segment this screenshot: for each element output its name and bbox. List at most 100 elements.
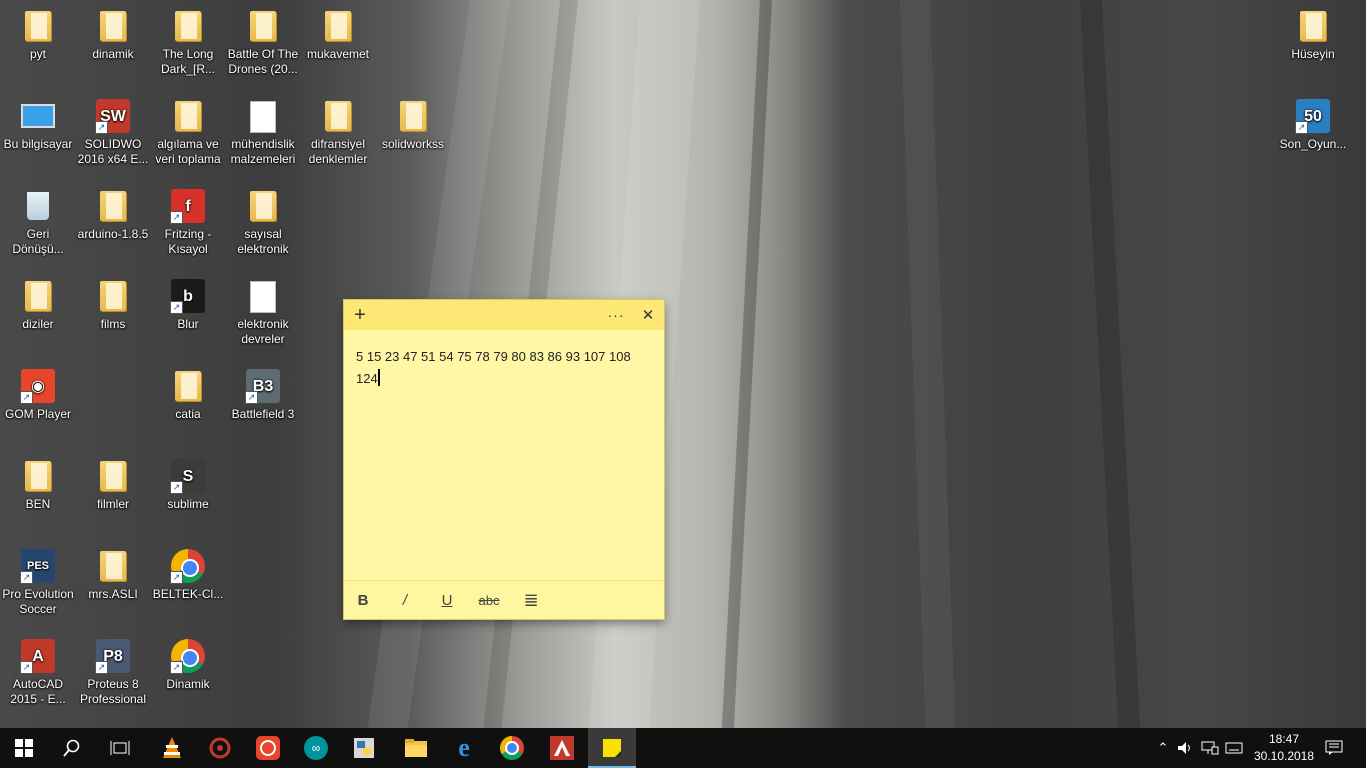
desktop-icon[interactable]: The Long Dark_[R... bbox=[150, 4, 226, 90]
network-icon[interactable] bbox=[1198, 728, 1222, 768]
folder-icon bbox=[95, 278, 131, 314]
windows-icon bbox=[15, 739, 33, 757]
shortcut-arrow-icon: ↗ bbox=[20, 391, 33, 404]
desktop-icon-label: Hüseyin bbox=[1291, 47, 1335, 61]
desktop-icon[interactable]: filmler bbox=[75, 454, 151, 540]
desktop-icon[interactable]: S ↗ sublime bbox=[150, 454, 226, 540]
app-icon: P8 ↗ bbox=[95, 638, 131, 674]
start-button[interactable] bbox=[0, 728, 48, 768]
desktop-icon[interactable]: A ↗ AutoCAD 2015 - E... bbox=[0, 634, 76, 720]
note-text-area[interactable]: 5 15 23 47 51 54 75 78 79 80 83 86 93 10… bbox=[356, 346, 656, 390]
desktop-icon[interactable]: pyt bbox=[0, 4, 76, 90]
desktop-icon-label: Geri Dönüşü... bbox=[12, 227, 64, 256]
desktop-icon[interactable]: B3 ↗ Battlefield 3 bbox=[225, 364, 301, 450]
taskbar: ∞ e ⌃ 18:47 30.10.2018 bbox=[0, 728, 1366, 768]
python-taskbar-button[interactable] bbox=[340, 728, 388, 768]
desktop-icon[interactable]: catia bbox=[150, 364, 226, 450]
task-view-icon bbox=[110, 741, 130, 755]
desktop-icon-label: pyt bbox=[29, 47, 46, 61]
folder-icon bbox=[395, 98, 431, 134]
action-center-button[interactable] bbox=[1318, 728, 1350, 768]
desktop-icon[interactable]: P8 ↗ Proteus 8 Professional bbox=[75, 634, 151, 720]
show-hidden-icons-button[interactable]: ⌃ bbox=[1152, 728, 1174, 768]
desktop-icon[interactable]: BEN bbox=[0, 454, 76, 540]
arduino-taskbar-button[interactable]: ∞ bbox=[292, 728, 340, 768]
desktop-icon[interactable]: b ↗ Blur bbox=[150, 274, 226, 360]
desktop-icon-label: Bu bilgisayar bbox=[3, 137, 73, 151]
edge-taskbar-button[interactable]: e bbox=[440, 728, 488, 768]
clock-date: 30.10.2018 bbox=[1253, 749, 1315, 763]
desktop-icon[interactable]: mukavemet bbox=[300, 4, 376, 90]
desktop-icon[interactable]: 50 ↗ Son_Oyun... bbox=[1275, 94, 1351, 180]
folder-icon bbox=[170, 8, 206, 44]
desktop-icon-label: Fritzing - Kısayol bbox=[164, 227, 212, 256]
desktop-icon-label: films bbox=[100, 317, 126, 331]
list-button[interactable]: ≣ bbox=[516, 589, 546, 611]
file-explorer-taskbar-button[interactable] bbox=[392, 728, 440, 768]
format-toolbar: B / U abc ≣ bbox=[344, 580, 664, 619]
gom-taskbar-button[interactable] bbox=[244, 728, 292, 768]
close-icon[interactable]: ✕ bbox=[632, 300, 664, 330]
desktop-icon[interactable]: PES ↗ Pro Evolution Soccer bbox=[0, 544, 76, 630]
desktop-icon[interactable]: dinamik bbox=[75, 4, 151, 90]
desktop-icon[interactable]: ◉ ↗ GOM Player bbox=[0, 364, 76, 450]
app-icon: SW ↗ bbox=[95, 98, 131, 134]
desktop-icon[interactable]: ↗ BELTEK-Cl... bbox=[150, 544, 226, 630]
folder-icon bbox=[1295, 8, 1331, 44]
desktop-icon[interactable]: Battle Of The Drones (20... bbox=[225, 4, 301, 90]
desktop-icon[interactable]: difransiyel denklemler bbox=[300, 94, 376, 180]
sticky-note-titlebar[interactable]: + ··· ✕ bbox=[344, 300, 664, 330]
shortcut-arrow-icon: ↗ bbox=[20, 571, 33, 584]
sticky-note-window[interactable]: + ··· ✕ 5 15 23 47 51 54 75 78 79 80 83 … bbox=[344, 300, 664, 619]
app-icon: B3 ↗ bbox=[245, 368, 281, 404]
desktop-icon[interactable]: solidworkss bbox=[375, 94, 451, 180]
folder-icon bbox=[20, 278, 56, 314]
volume-icon[interactable] bbox=[1174, 728, 1196, 768]
desktop-icon[interactable]: algılama ve veri toplama bbox=[150, 94, 226, 180]
desktop-icon[interactable]: films bbox=[75, 274, 151, 360]
arduino-icon: ∞ bbox=[304, 736, 328, 760]
desktop-icon-label: Dinamik bbox=[166, 677, 210, 691]
desktop-icon[interactable]: Bu bilgisayar bbox=[0, 94, 76, 180]
autocad-icon bbox=[550, 736, 574, 760]
add-note-icon[interactable]: + bbox=[344, 300, 376, 330]
shortcut-arrow-icon: ↗ bbox=[170, 661, 183, 674]
desktop-icon-label: elektronik devreler bbox=[237, 317, 289, 346]
folder-icon bbox=[320, 98, 356, 134]
computer-icon bbox=[20, 98, 56, 134]
autocad-taskbar-button[interactable] bbox=[538, 728, 586, 768]
desktop-icon[interactable]: diziler bbox=[0, 274, 76, 360]
underline-button[interactable]: U bbox=[432, 589, 462, 611]
desktop-icon[interactable]: arduino-1.8.5 bbox=[75, 184, 151, 270]
bold-button[interactable]: B bbox=[348, 589, 378, 611]
desktop-icon[interactable]: elektronik devreler bbox=[225, 274, 301, 360]
desktop-icon-label: BELTEK-Cl... bbox=[152, 587, 224, 601]
desktop-icon[interactable]: f ↗ Fritzing - Kısayol bbox=[150, 184, 226, 270]
chrome-taskbar-button[interactable] bbox=[488, 728, 536, 768]
python-icon bbox=[354, 738, 374, 758]
taskbar-clock[interactable]: 18:47 30.10.2018 bbox=[1246, 728, 1322, 768]
vlc-taskbar-button[interactable] bbox=[148, 728, 196, 768]
desktop-icon-label: Blur bbox=[177, 317, 199, 331]
desktop-icon[interactable]: SW ↗ SOLIDWO 2016 x64 E... bbox=[75, 94, 151, 180]
folder-icon bbox=[20, 8, 56, 44]
note-line-1: 5 15 23 47 51 54 75 78 79 80 83 86 93 10… bbox=[356, 349, 631, 364]
desktop-icon[interactable]: Geri Dönüşü... bbox=[0, 184, 76, 270]
sticky-notes-taskbar-button[interactable] bbox=[588, 728, 636, 768]
folder-icon bbox=[95, 548, 131, 584]
italic-button[interactable]: / bbox=[390, 589, 420, 611]
app-red-taskbar-button[interactable] bbox=[196, 728, 244, 768]
desktop-icon[interactable]: mühendislik malzemeleri bbox=[225, 94, 301, 180]
desktop-icon-label: solidworkss bbox=[381, 137, 444, 151]
keyboard-language-icon[interactable] bbox=[1222, 728, 1246, 768]
task-view-button[interactable] bbox=[96, 728, 144, 768]
strikethrough-button[interactable]: abc bbox=[474, 589, 504, 611]
app-icon: 50 ↗ bbox=[1295, 98, 1331, 134]
desktop-icon[interactable]: ↗ Dinamik bbox=[150, 634, 226, 720]
search-button[interactable] bbox=[48, 728, 96, 768]
folder-icon bbox=[20, 458, 56, 494]
menu-icon[interactable]: ··· bbox=[600, 300, 632, 330]
desktop-icon[interactable]: Hüseyin bbox=[1275, 4, 1351, 90]
desktop-icon[interactable]: sayısal elektronik bbox=[225, 184, 301, 270]
desktop-icon[interactable]: mrs.ASLI bbox=[75, 544, 151, 630]
